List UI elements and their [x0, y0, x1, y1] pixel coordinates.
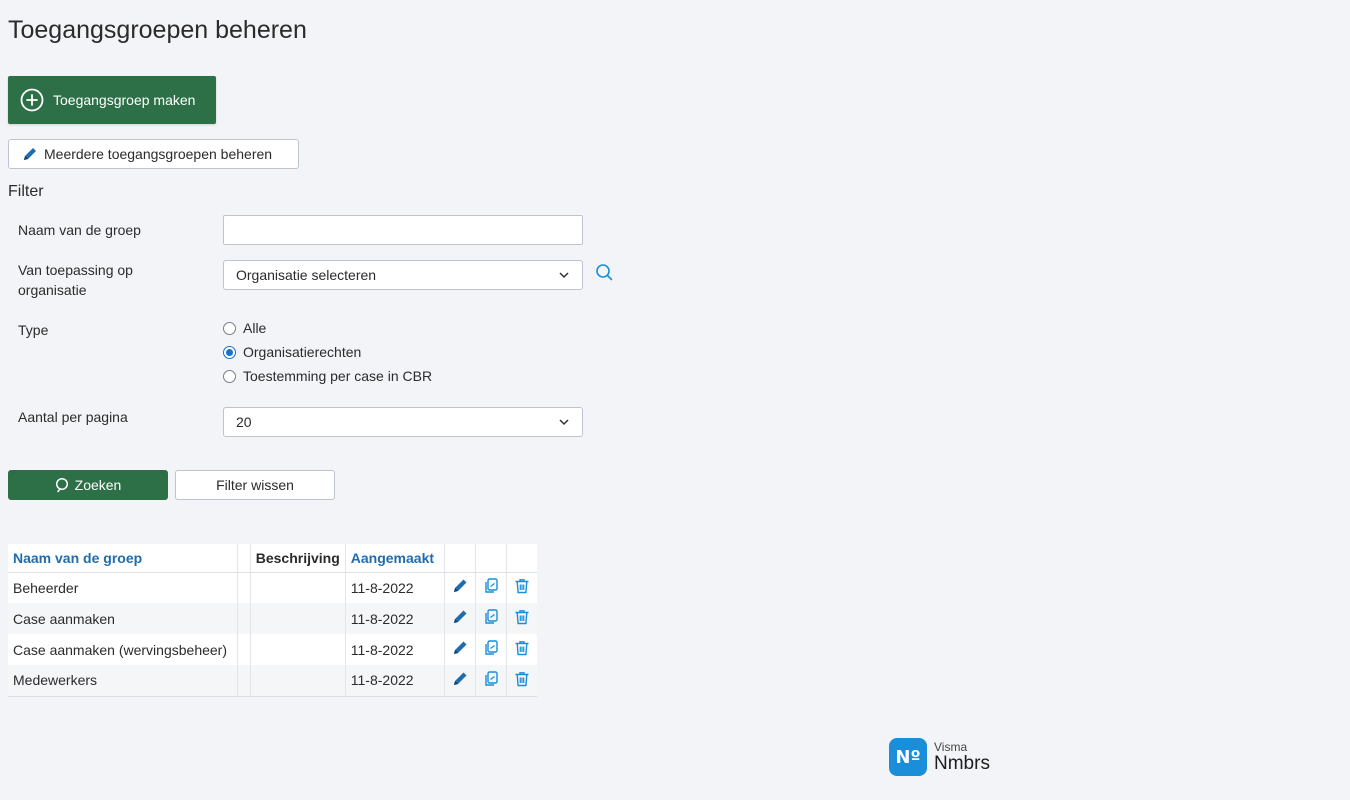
- column-header-delete: [506, 544, 537, 573]
- cell-group-name: Beheerder: [8, 572, 238, 603]
- plus-circle-icon: [20, 88, 44, 112]
- cell-group-name: Case aanmaken (wervingsbeheer): [8, 634, 238, 665]
- table-row: Case aanmaken (wervingsbeheer) 11-8-2022: [8, 634, 537, 665]
- organisation-label-line2: organisatie: [18, 282, 87, 298]
- page-title: Toegangsgroepen beheren: [8, 16, 307, 44]
- copy-icon[interactable]: [482, 670, 500, 688]
- column-header-copy: [475, 544, 507, 573]
- trash-icon[interactable]: [513, 670, 531, 688]
- table-row: Medewerkers 11-8-2022: [8, 665, 537, 697]
- trash-icon[interactable]: [513, 639, 531, 657]
- pencil-icon[interactable]: [451, 577, 469, 595]
- per-page-label: Aantal per pagina: [18, 409, 128, 425]
- access-groups-table: Naam van de groep Beschrijving Aangemaak…: [8, 544, 537, 697]
- cell-edit: [444, 634, 476, 665]
- radio-organisation-rights[interactable]: [223, 345, 236, 359]
- column-header-edit: [444, 544, 476, 573]
- group-name-label: Naam van de groep: [18, 222, 141, 238]
- search-icon: [55, 477, 71, 493]
- copy-icon[interactable]: [482, 639, 500, 657]
- cell-delete: [506, 603, 537, 634]
- cell-copy: [475, 603, 507, 634]
- per-page-select-value: 20: [236, 414, 252, 430]
- cell-copy: [475, 665, 507, 697]
- logo-company: Visma: [934, 740, 968, 754]
- cell-created: 11-8-2022: [345, 572, 446, 603]
- type-option-organisation-rights-label: Organisatierechten: [243, 344, 362, 360]
- logo-product: Nmbrs: [934, 753, 990, 774]
- radio-all[interactable]: [223, 321, 236, 335]
- pencil-icon[interactable]: [451, 670, 469, 688]
- cell-spacer: [237, 603, 251, 634]
- cell-edit: [444, 603, 476, 634]
- pencil-icon[interactable]: [451, 639, 469, 657]
- type-option-all-label: Alle: [243, 320, 267, 336]
- organisation-label-line1: Van toepassing op: [18, 262, 133, 278]
- chevron-down-icon: [558, 416, 570, 428]
- table-row: Beheerder 11-8-2022: [8, 572, 537, 603]
- trash-icon[interactable]: [513, 608, 531, 626]
- table-row: Case aanmaken 11-8-2022: [8, 603, 537, 634]
- copy-icon[interactable]: [482, 577, 500, 595]
- column-header-created[interactable]: Aangemaakt: [345, 544, 446, 573]
- cell-delete: [506, 634, 537, 665]
- column-header-description: Beschrijving: [250, 544, 346, 573]
- radio-per-case[interactable]: [223, 369, 236, 383]
- cell-delete: [506, 572, 537, 603]
- organisation-select-value: Organisatie selecteren: [236, 267, 377, 283]
- type-option-organisation-rights[interactable]: Organisatierechten: [223, 344, 361, 360]
- cell-description: [250, 603, 346, 634]
- cell-spacer: [237, 634, 251, 665]
- trash-icon[interactable]: [513, 577, 531, 595]
- search-button-label: Zoeken: [74, 477, 122, 493]
- cell-spacer: [237, 572, 251, 603]
- copy-icon[interactable]: [482, 608, 500, 626]
- search-button[interactable]: Zoeken: [8, 470, 168, 500]
- create-access-group-button[interactable]: Toegangsgroep maken: [8, 76, 216, 124]
- create-access-group-label: Toegangsgroep maken: [53, 92, 196, 108]
- cell-copy: [475, 634, 507, 665]
- nmbrs-badge-glyph: Nº: [895, 746, 921, 768]
- cell-description: [250, 572, 346, 603]
- type-label: Type: [18, 322, 49, 338]
- chevron-down-icon: [558, 269, 570, 281]
- type-option-per-case[interactable]: Toestemming per case in CBR: [223, 368, 432, 384]
- column-header-spacer: [237, 544, 251, 573]
- manage-multiple-groups-label: Meerdere toegangsgroepen beheren: [44, 146, 273, 162]
- cell-group-name: Case aanmaken: [8, 603, 238, 634]
- pencil-icon[interactable]: [451, 608, 469, 626]
- cell-created: 11-8-2022: [345, 665, 446, 697]
- cell-spacer: [237, 665, 251, 697]
- organisation-select[interactable]: Organisatie selecteren: [223, 260, 583, 290]
- group-name-input[interactable]: [223, 215, 583, 245]
- pencil-icon: [22, 146, 38, 162]
- clear-filter-button[interactable]: Filter wissen: [175, 470, 335, 500]
- type-option-per-case-label: Toestemming per case in CBR: [243, 368, 433, 384]
- filter-heading: Filter: [8, 183, 44, 200]
- table-header-row: Naam van de groep Beschrijving Aangemaak…: [8, 544, 537, 573]
- cell-copy: [475, 572, 507, 603]
- search-icon[interactable]: [595, 263, 613, 281]
- cell-created: 11-8-2022: [345, 603, 446, 634]
- per-page-select[interactable]: 20: [223, 407, 583, 437]
- cell-group-name: Medewerkers: [8, 665, 238, 697]
- manage-multiple-groups-button[interactable]: Meerdere toegangsgroepen beheren: [8, 139, 299, 169]
- cell-created: 11-8-2022: [345, 634, 446, 665]
- organisation-label: Van toepassing op organisatie: [18, 260, 133, 300]
- cell-description: [250, 634, 346, 665]
- column-header-name[interactable]: Naam van de groep: [8, 544, 238, 573]
- cell-edit: [444, 572, 476, 603]
- cell-description: [250, 665, 346, 697]
- nmbrs-logo-badge: Nº: [889, 738, 927, 776]
- type-option-all[interactable]: Alle: [223, 320, 266, 336]
- visma-nmbrs-logo: Nº Visma Nmbrs: [889, 738, 990, 776]
- cell-edit: [444, 665, 476, 697]
- cell-delete: [506, 665, 537, 697]
